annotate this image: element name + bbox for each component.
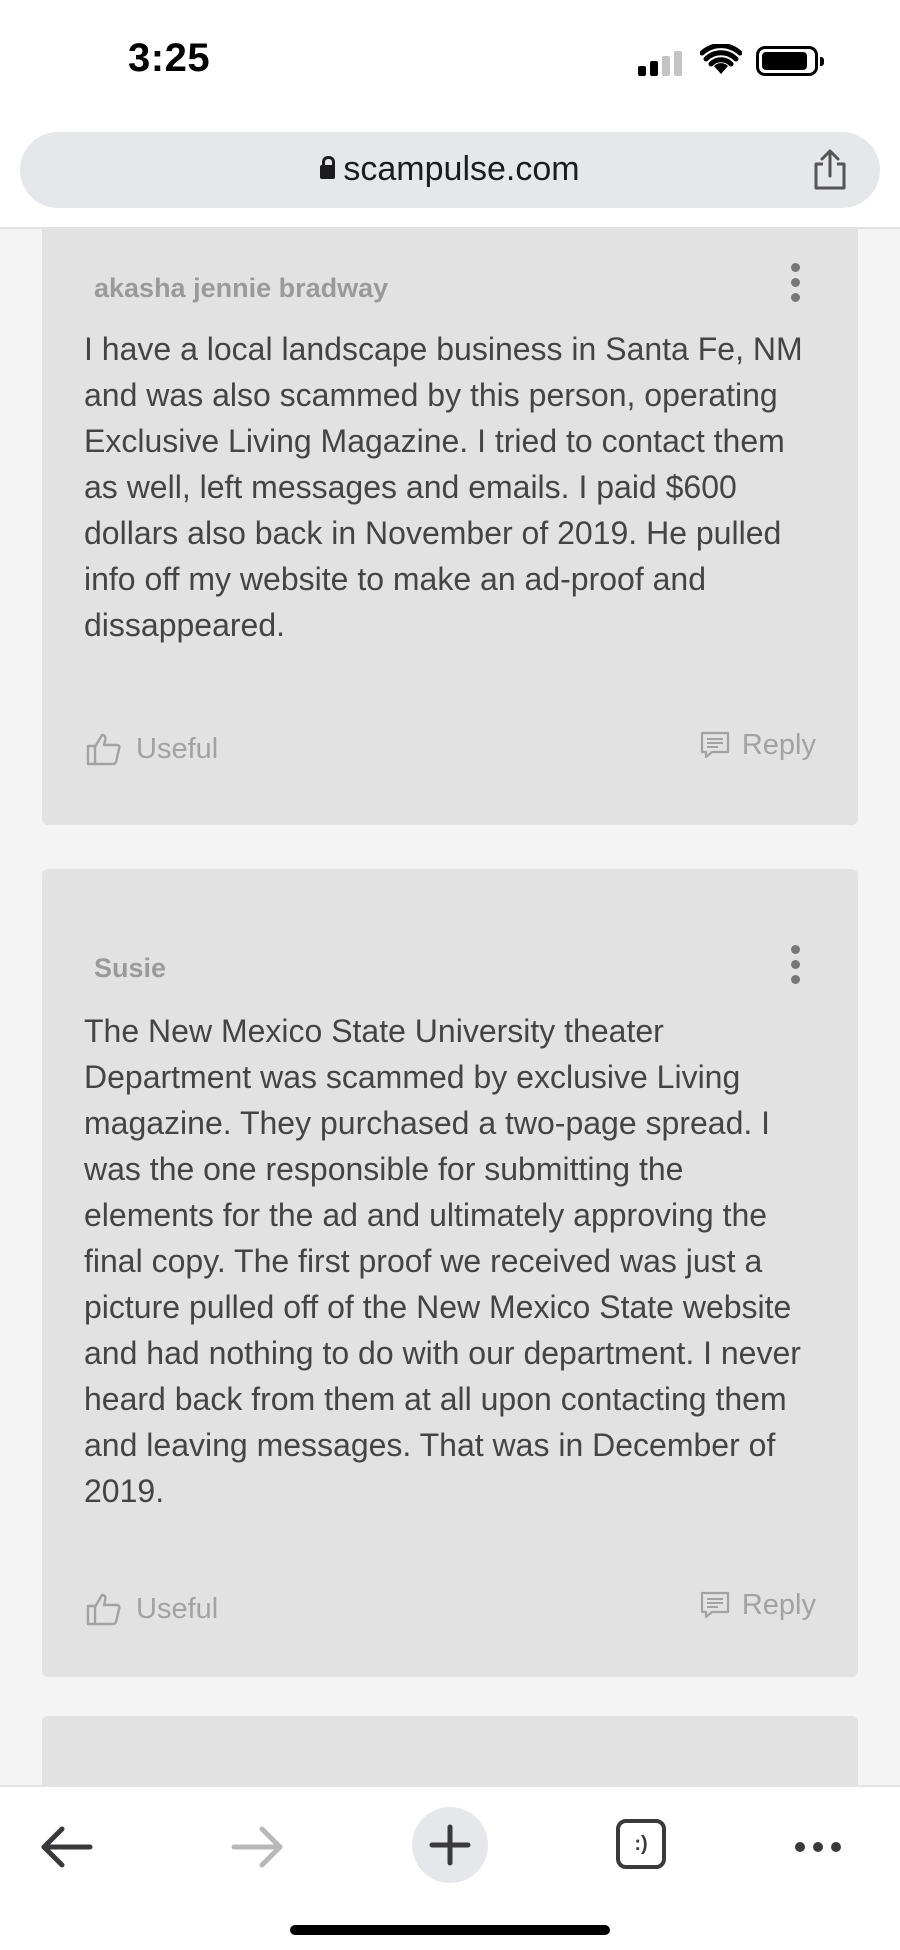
signal-icon [638,51,684,76]
thumbs-up-icon [86,733,121,766]
url-display[interactable]: scampulse.com [20,150,880,189]
lock-icon [320,156,336,179]
share-icon[interactable] [810,148,850,192]
comment-card: akasha jennie bradway I have a local lan… [42,229,858,825]
more-options-icon[interactable] [790,945,800,985]
wifi-icon [700,44,742,74]
forward-arrow-icon[interactable] [218,1809,298,1885]
battery-icon [756,46,824,76]
comment-card: Susie The New Mexico State University th… [42,869,858,1677]
address-bar[interactable]: scampulse.com [20,132,880,208]
reply-button[interactable]: Reply [700,1585,816,1625]
home-indicator [290,1925,610,1935]
plus-icon [429,1824,471,1866]
bottom-toolbar: :) [0,1785,900,1950]
comment-body: I have a local landscape business in San… [84,331,803,643]
reply-label: Reply [741,1588,816,1621]
comment-author: Susie [94,953,167,983]
comments-list[interactable]: akasha jennie bradway I have a local lan… [0,229,900,1785]
thumbs-up-icon [86,1593,121,1626]
comment-card [42,1716,858,1785]
back-arrow-icon[interactable] [28,1809,108,1885]
useful-button[interactable]: Useful [86,729,218,769]
reply-button[interactable]: Reply [700,725,816,765]
status-time: 3:25 [128,36,211,80]
new-tab-button[interactable] [412,1807,488,1883]
status-bar: 3:25 [0,0,900,126]
reply-icon [700,731,729,759]
reply-label: Reply [741,728,816,761]
comment-body: The New Mexico State University theater … [84,1013,801,1509]
tabs-icon[interactable]: :) [616,1819,666,1869]
useful-label: Useful [136,1592,219,1625]
useful-button[interactable]: Useful [86,1589,218,1629]
comment-author: akasha jennie bradway [94,273,389,303]
more-icon[interactable] [782,1809,862,1885]
reply-icon [700,1591,729,1619]
useful-label: Useful [136,732,219,765]
tabs-label: :) [634,1833,648,1855]
url-text: scampulse.com [343,150,580,188]
more-options-icon[interactable] [790,263,800,303]
